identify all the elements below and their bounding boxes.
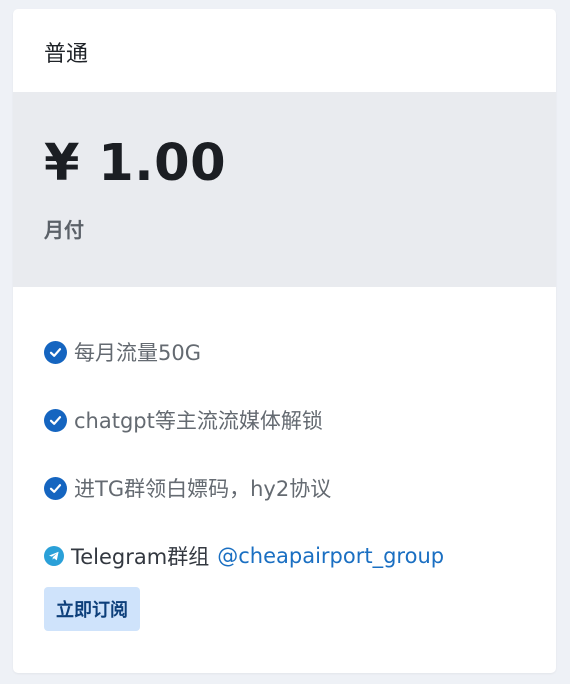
check-circle-icon: [44, 408, 67, 432]
feature-text: 每月流量50G: [74, 341, 201, 365]
telegram-row: Telegram群组 @cheapairport_group: [44, 539, 556, 573]
feature-list: 每月流量50G chatgpt等主流流媒体解锁 进TG群领白嫖码，hy2协议 T…: [13, 287, 556, 631]
plan-price: ¥ 1.00: [44, 134, 227, 193]
feature-item: 进TG群领白嫖码，hy2协议: [44, 471, 556, 505]
feature-item: 每月流量50G: [44, 335, 556, 369]
billing-period: 月付: [44, 218, 84, 242]
feature-item: chatgpt等主流流媒体解锁: [44, 403, 556, 437]
telegram-group-link[interactable]: @cheapairport_group: [217, 544, 444, 568]
telegram-label: Telegram群组: [71, 545, 210, 569]
plan-name: 普通: [44, 42, 89, 67]
check-circle-icon: [44, 340, 67, 364]
plan-card: 普通 ¥ 1.00 月付 每月流量50G chatgpt等主流流媒体解锁 进TG…: [13, 9, 556, 673]
telegram-icon: [44, 546, 64, 566]
feature-text: 进TG群领白嫖码，hy2协议: [74, 477, 332, 501]
price-section: ¥ 1.00 月付: [13, 92, 556, 287]
check-circle-icon: [44, 476, 67, 500]
feature-text: chatgpt等主流流媒体解锁: [74, 409, 323, 433]
subscribe-button[interactable]: 立即订阅: [44, 587, 140, 631]
